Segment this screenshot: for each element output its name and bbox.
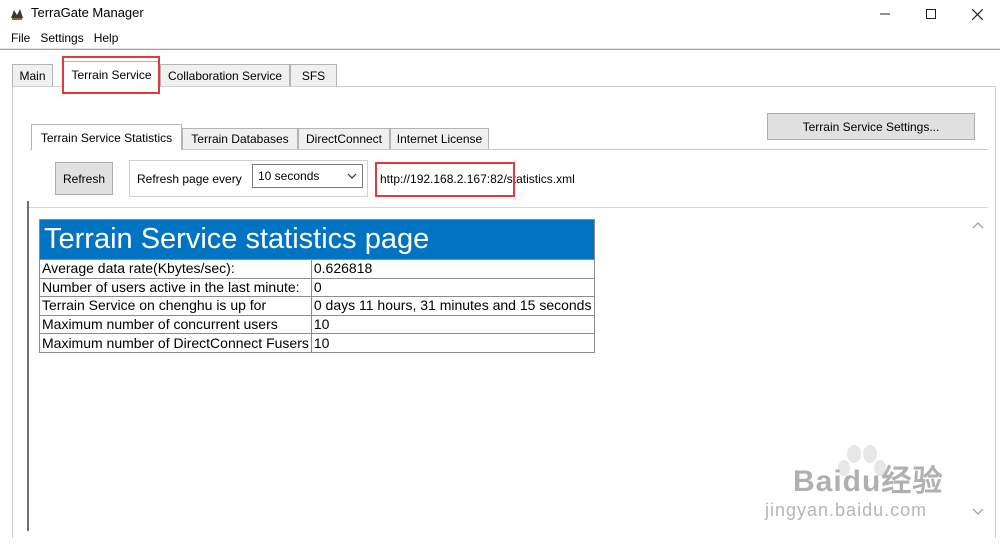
maximize-button[interactable] [908,0,954,28]
tab-terrain-databases[interactable]: Terrain Databases [182,128,298,149]
tab-terrain-service-statistics[interactable]: Terrain Service Statistics [31,124,182,150]
stat-label: Maximum number of DirectConnect Fusers [39,333,312,353]
statistics-header-row: Terrain Service statistics page [39,219,595,260]
terrain-service-settings-button[interactable]: Terrain Service Settings... [767,113,975,140]
statistics-url-host: http://192.168.2.167:82 [380,172,504,186]
scroll-down-icon[interactable] [971,504,985,518]
menu-divider [0,49,1000,50]
menu-settings[interactable]: Settings [40,31,83,45]
maximize-icon [926,9,936,19]
statistics-url: http://192.168.2.167:82/statistics.xml [380,172,575,186]
table-row: Average data rate(Kbytes/sec): 0.626818 [39,259,596,279]
terragate-app-icon [11,9,23,20]
statistics-url-path: /statistics.xml [503,172,575,186]
stat-label: Maximum number of concurrent users [39,314,312,335]
refresh-interval-value: 10 seconds [258,169,320,183]
refresh-interval-label: Refresh page every [137,172,242,186]
statistics-title: Terrain Service statistics page [39,219,595,260]
refresh-interval-select[interactable]: 10 seconds [252,164,363,188]
stat-value: 10 [310,333,596,353]
stat-label: Terrain Service on chenghu is up for [39,296,312,316]
table-row: Maximum number of DirectConnect Fusers 1… [39,333,596,353]
tab-sfs[interactable]: SFS [290,64,337,86]
tab-main[interactable]: Main [12,64,53,86]
close-icon [971,8,983,20]
stat-label: Number of users active in the last minut… [39,277,312,298]
watermark-brand: Baidu经验 [793,465,944,498]
window-title: TerraGate Manager [31,5,144,20]
scroll-up-icon[interactable] [971,219,985,233]
stat-value: 0 [310,277,596,298]
tab-directconnect[interactable]: DirectConnect [298,128,390,149]
browser-left-border [27,201,29,531]
browser-top-border [26,207,988,208]
tab-terrain-service[interactable]: Terrain Service [63,61,160,87]
minimize-button[interactable] [862,0,908,28]
statistics-table: Terrain Service statistics page Average … [39,219,596,353]
stat-value: 0.626818 [310,259,596,279]
table-row: Maximum number of concurrent users 10 [39,314,596,335]
tab-internet-license[interactable]: Internet License [390,128,489,149]
chevron-down-icon [347,173,357,179]
refresh-button[interactable]: Refresh [55,162,113,195]
stat-label: Average data rate(Kbytes/sec): [39,259,312,279]
table-row: Terrain Service on chenghu is up for 0 d… [39,296,596,316]
minimize-icon [880,13,890,15]
stat-value: 0 days 11 hours, 31 minutes and 15 secon… [310,296,596,316]
menu-file[interactable]: File [11,31,30,45]
menu-bar: File Settings Help [0,28,1000,49]
table-row: Number of users active in the last minut… [39,277,596,298]
menu-help[interactable]: Help [94,31,119,45]
stat-value: 10 [310,314,596,335]
title-bar: TerraGate Manager [0,0,1000,28]
watermark-site: jingyan.baidu.com [765,500,928,520]
close-button[interactable] [954,0,1000,28]
tab-collaboration-service[interactable]: Collaboration Service [160,64,290,86]
